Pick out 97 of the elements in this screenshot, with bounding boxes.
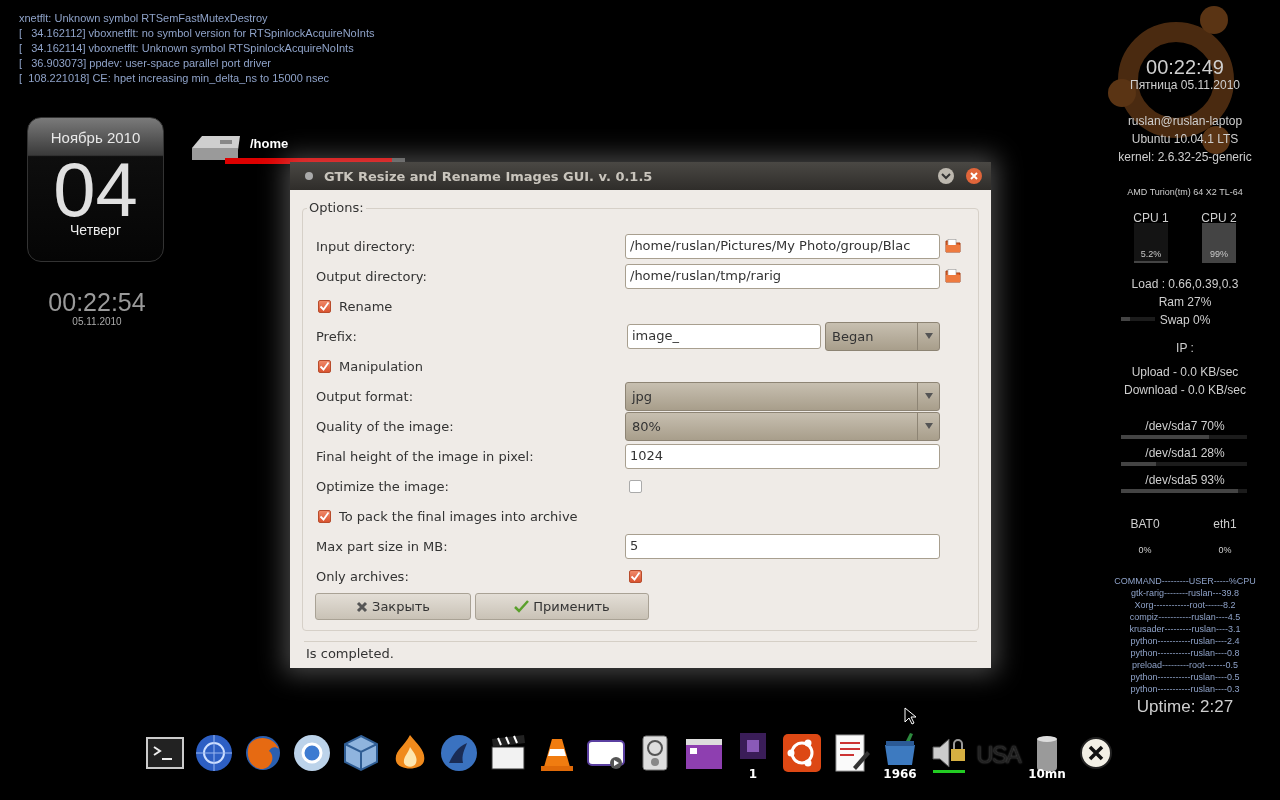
process-line: krusader---------ruslan----3.1: [1129, 623, 1241, 635]
ram-usage: Ram 27%: [1158, 294, 1212, 311]
checkbox[interactable]: [318, 509, 331, 523]
input-field[interactable]: 5: [625, 533, 940, 559]
apply-button[interactable]: Применить: [475, 593, 649, 620]
process-line: python-----------ruslan----2.4: [1130, 635, 1240, 647]
mouse-cursor-icon: [904, 707, 916, 725]
field-label: Quality of the image:: [315, 418, 455, 434]
checkbox-label[interactable]: To pack the final images into archive: [338, 508, 578, 524]
checkbox-label: Only archives:: [315, 568, 410, 584]
process-line: compiz-----------ruslan----4.5: [1129, 611, 1241, 623]
kernel-version: kernel: 2.6.32-25-generic: [1118, 149, 1252, 166]
input-field[interactable]: image_: [627, 323, 821, 349]
cpu-reading: 99%: [1210, 249, 1228, 259]
folder-icon[interactable]: [945, 269, 961, 283]
calendar-day: 04: [53, 160, 138, 220]
checkbox[interactable]: [629, 569, 642, 583]
field-label: Prefix:: [315, 328, 358, 344]
close-icon: [356, 600, 369, 613]
checkbox[interactable]: [318, 359, 331, 373]
process-line: preload---------root-------0.5: [1132, 659, 1238, 671]
log-line: [ 34.162114] vboxnetflt: Unknown symbol RTSpinlockAcquireNoInts: [19, 41, 355, 56]
log-line: [ 108.221018] CE: hpet increasing min_delta_ns to 15000 nsec: [19, 71, 331, 86]
disk-name: /home: [250, 136, 289, 153]
dock-item[interactable]: 1966: [878, 733, 922, 781]
process-header: COMMAND---------USER-----%CPU: [1114, 575, 1256, 587]
sphere-icon: [292, 733, 332, 773]
checkbox-label[interactable]: Rename: [338, 298, 393, 314]
meter-label: eth1: [1213, 516, 1237, 533]
close-icon[interactable]: [965, 167, 983, 185]
swap-usage: Swap 0%: [1159, 312, 1211, 329]
clapperboard-icon: [488, 733, 528, 773]
field-label: Output format:: [315, 388, 415, 404]
log-line: [ 36.903073] ppdev: user-space parallel port driver: [19, 56, 272, 71]
clock-time: 00:22:54: [48, 288, 146, 316]
process-line: gtk-rarig--------ruslan---39.8: [1131, 587, 1239, 599]
field-label: Final height of the image in pixel:: [315, 448, 535, 464]
dropdown-arrow-icon: [923, 392, 934, 400]
dock-item[interactable]: 1: [731, 733, 775, 781]
path-field[interactable]: /home/ruslan/tmp/rarig: [625, 263, 940, 289]
dropdown[interactable]: Began: [825, 321, 940, 351]
folder-icon[interactable]: [945, 239, 961, 253]
user-host: ruslan@ruslan-laptop: [1127, 113, 1243, 130]
disc-icon: [439, 733, 479, 773]
browser-icon: [243, 733, 283, 773]
load-average: Load : 0.66,0.39,0.3: [1131, 276, 1239, 293]
minimize-icon[interactable]: [937, 167, 955, 185]
meter-reading: 0%: [1138, 544, 1152, 557]
process-line: python-----------ruslan----0.5: [1130, 671, 1240, 683]
status-text: Is completed.: [305, 645, 395, 663]
dropdown[interactable]: jpg: [625, 381, 940, 411]
dropdown[interactable]: 80%: [625, 411, 940, 441]
logo-icon: [782, 733, 822, 773]
cpu-reading: 5.2%: [1140, 249, 1162, 259]
checkbox-label[interactable]: Manipulation: [338, 358, 423, 374]
checkbox[interactable]: [629, 479, 642, 493]
uptime: Uptime: 2:27: [1136, 697, 1234, 717]
dock-item[interactable]: 10mn: [1025, 733, 1069, 781]
dropdown-arrow-icon: [923, 422, 934, 430]
disk-usage: /dev/sda5 93%: [1145, 472, 1225, 489]
cpu-label: CPU 1: [1133, 210, 1169, 227]
calendar-month: Ноябрь 2010: [50, 129, 141, 146]
field-label: Output directory:: [315, 268, 428, 284]
globe-icon: [194, 733, 234, 773]
window-title: GTK Resize and Rename Images GUI. v. 0.1.5: [324, 168, 654, 184]
input-field[interactable]: 1024: [625, 443, 940, 469]
field-label: Max part size in MB:: [315, 538, 449, 554]
field-label: Input directory:: [315, 238, 417, 254]
meter-reading: 0%: [1218, 544, 1232, 557]
cpu-label: CPU 2: [1201, 210, 1237, 227]
download-rate: Download - 0.0 KB/sec: [1123, 382, 1247, 399]
disk-usage: /dev/sda1 28%: [1145, 445, 1225, 462]
checkbox-label: Optimize the image:: [315, 478, 450, 494]
frame-label: Options:: [307, 200, 366, 215]
cube-icon: [341, 733, 381, 773]
dropdown-arrow-icon: [923, 332, 934, 340]
checkbox[interactable]: [318, 299, 331, 313]
process-line: python-----------ruslan----0.8: [1130, 647, 1240, 659]
process-line: python-----------ruslan----0.3: [1130, 683, 1240, 695]
window-menu-icon[interactable]: [304, 171, 314, 181]
disk-usage: /dev/sda7 70%: [1145, 418, 1225, 435]
os-version: Ubuntu 10.04.1 LTS: [1131, 131, 1239, 148]
close-button[interactable]: Закрыть: [315, 593, 471, 620]
process-line: Xorg------------root------8.2: [1134, 599, 1236, 611]
log-line: xnetflt: Unknown symbol RTSemFastMutexDestroy: [19, 11, 269, 26]
workspace-icon: [740, 733, 766, 759]
clock-date: Пятница 05.11.2010: [1130, 78, 1240, 92]
meter-label: BAT0: [1130, 516, 1160, 533]
log-line: [ 34.162112] vboxnetflt: no symbol version for RTSpinlockAcquireNoInts: [19, 26, 375, 41]
upload-rate: Upload - 0.0 KB/sec: [1131, 364, 1239, 381]
ip-label: IP :: [1176, 340, 1194, 357]
cpu-model: AMD Turion(tm) 64 X2 TL-64: [1127, 186, 1243, 199]
clock-date: 05.11.2010: [72, 316, 122, 327]
calendar-weekday: Четверг: [70, 222, 121, 238]
path-field[interactable]: /home/ruslan/Pictures/My Photo/group/Blac: [625, 233, 940, 259]
check-icon: [514, 600, 530, 613]
clock-time: 00:22:49: [1146, 56, 1224, 78]
